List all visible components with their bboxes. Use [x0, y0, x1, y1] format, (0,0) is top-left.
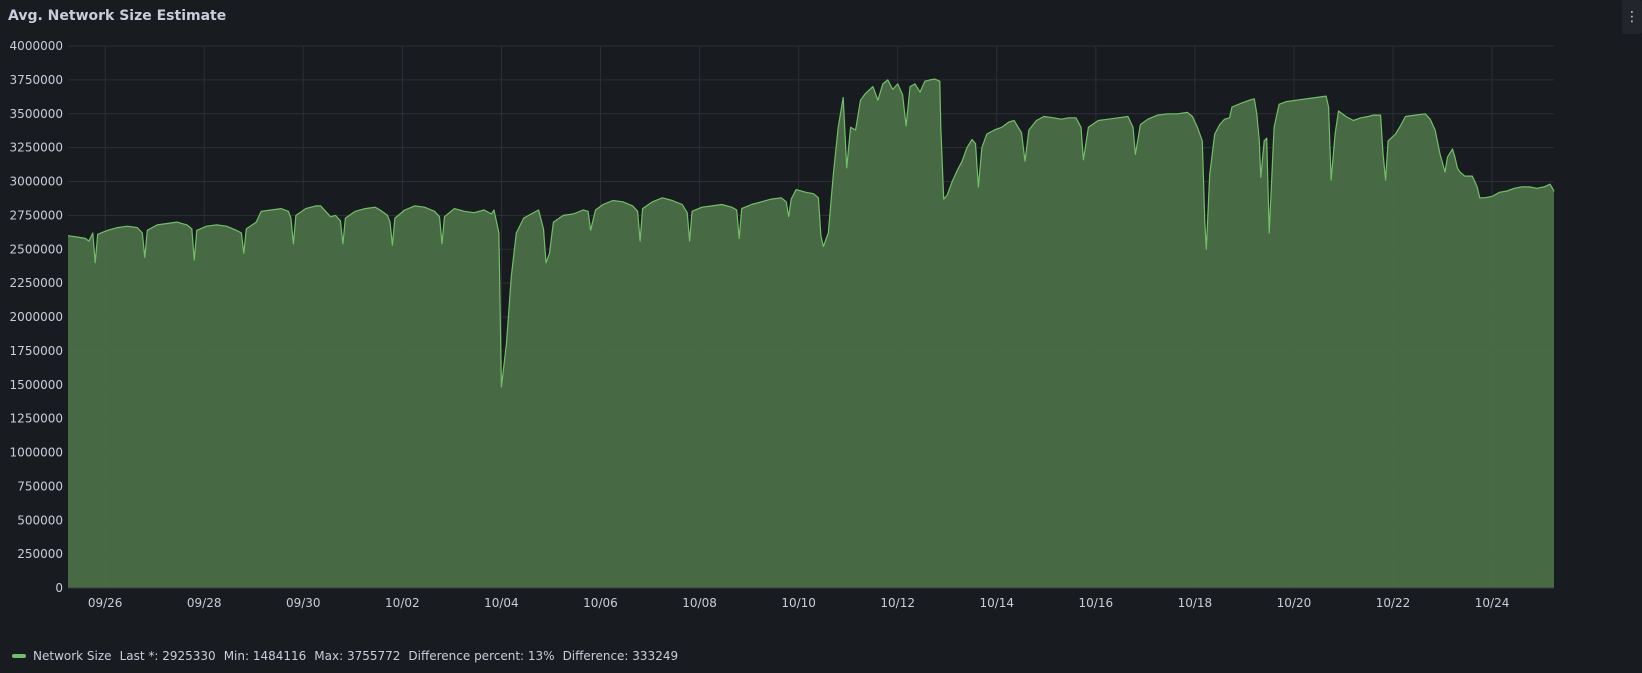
- y-tick-label: 3250000: [10, 141, 63, 155]
- legend-diff-percent: Difference percent: 13%: [408, 649, 555, 663]
- legend-series-name[interactable]: Network Size: [33, 649, 112, 663]
- x-tick-label: 10/06: [583, 596, 618, 610]
- y-tick-label: 750000: [17, 479, 63, 493]
- y-tick-label: 3000000: [10, 175, 63, 189]
- x-tick-label: 09/26: [88, 596, 123, 610]
- x-axis: 09/26 09/28 09/30 10/02 10/04 10/06 10/08 10/10…: [68, 587, 1554, 610]
- y-tick-label: 1000000: [10, 446, 63, 460]
- y-tick-label: 2500000: [10, 242, 63, 256]
- x-tick-label: 10/14: [979, 596, 1014, 610]
- y-tick-label: 4000000: [10, 39, 63, 53]
- series-fill: [68, 79, 1554, 588]
- y-tick-label: 1750000: [10, 344, 63, 358]
- y-tick-label: 3500000: [10, 107, 63, 121]
- x-tick-label: 10/04: [484, 596, 519, 610]
- x-tick-label: 10/12: [880, 596, 915, 610]
- y-tick-label: 2000000: [10, 310, 63, 324]
- x-tick-label: 10/10: [781, 596, 816, 610]
- series-area[interactable]: [67, 78, 1555, 588]
- y-tick-label: 0: [55, 581, 63, 595]
- legend-diff: Difference: 333249: [562, 649, 679, 663]
- x-tick-label: 09/30: [286, 596, 321, 610]
- x-tick-label: 10/24: [1475, 596, 1510, 610]
- y-tick-label: 500000: [17, 513, 63, 527]
- x-tick-label: 10/16: [1079, 596, 1114, 610]
- legend-swatch: [12, 654, 26, 658]
- y-tick-label: 2250000: [10, 276, 63, 290]
- x-tick-label: 10/22: [1376, 596, 1411, 610]
- legend-max: Max: 3755772: [314, 649, 401, 663]
- y-tick-label: 1250000: [10, 412, 63, 426]
- y-tick-label: 3750000: [10, 73, 63, 87]
- chart-svg: 0 250000 500000 750000 1000000 1250000 1500000…: [10, 39, 1555, 610]
- x-tick-label: 10/18: [1178, 596, 1213, 610]
- x-tick-label: 10/08: [682, 596, 717, 610]
- y-tick-label: 250000: [17, 547, 63, 561]
- legend-last: Last *: 2925330: [119, 649, 216, 663]
- y-tick-label: 2750000: [10, 208, 63, 222]
- y-axis: 0 250000 500000 750000 1000000 1250000 1500000…: [10, 39, 63, 595]
- legend-min: Min: 1484116: [223, 649, 307, 663]
- x-tick-label: 10/20: [1277, 596, 1312, 610]
- legend[interactable]: Network Size Last *: 2925330 Min: 148411…: [12, 646, 686, 666]
- y-tick-label: 1500000: [10, 378, 63, 392]
- x-tick-label: 09/28: [187, 596, 222, 610]
- x-tick-label: 10/02: [385, 596, 420, 610]
- chart-panel: Avg. Network Size Estimate ⋮ 0 250000 5000…: [0, 0, 1642, 673]
